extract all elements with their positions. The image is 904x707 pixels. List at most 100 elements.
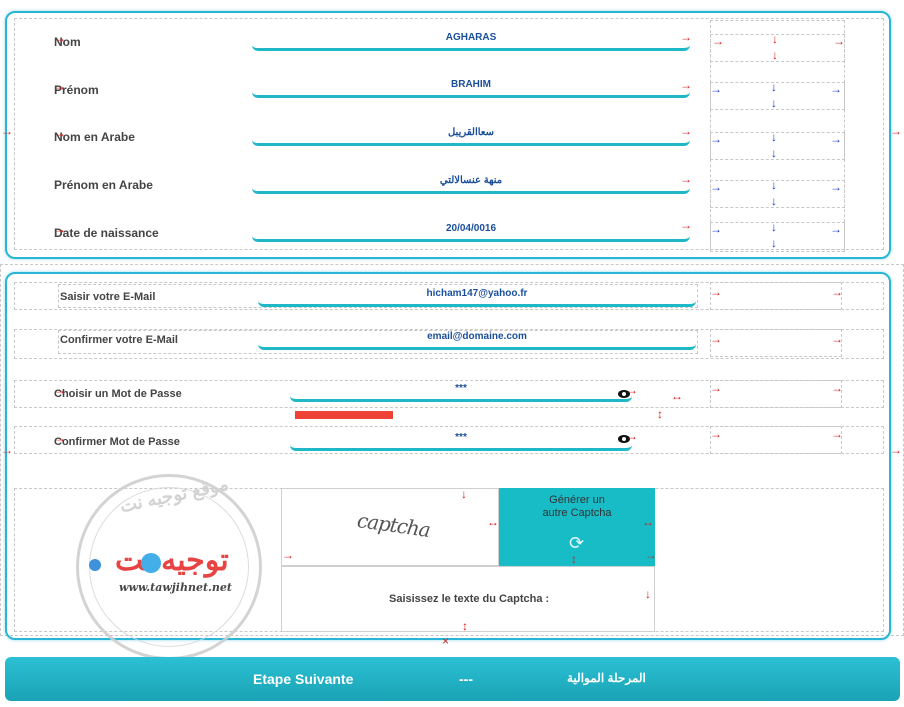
right-arrow-icon: →: [54, 79, 66, 93]
down-arrow-icon: ↓: [771, 236, 777, 250]
watermark-url: www.tawjihnet.net: [119, 581, 232, 594]
right-arrow-icon: →: [710, 332, 722, 346]
email-field[interactable]: hicham147@yahoo.fr: [258, 288, 696, 307]
right-arrow-icon: →: [54, 31, 66, 45]
email-label: Saisir votre E-Mail: [60, 291, 156, 303]
right-arrow-icon: →: [890, 124, 902, 138]
down-arrow-icon: ↓: [461, 487, 467, 501]
right-arrow-icon: →: [680, 124, 692, 138]
right-arrow-icon: →: [831, 427, 843, 441]
password-confirm-value: ***: [455, 432, 467, 443]
right-arrow-icon: →: [830, 180, 842, 194]
down-arrow-icon: ↓: [645, 587, 651, 601]
right-arrow-icon: →: [626, 429, 638, 443]
arrow-cell: [710, 82, 845, 110]
right-arrow-icon: →: [1, 124, 13, 138]
right-arrow-icon: →: [710, 285, 722, 299]
down-arrow-icon: ↓: [771, 194, 777, 208]
nom-arabe-label: Nom en Arabe: [54, 130, 135, 144]
down-arrow-icon: ↓: [771, 130, 777, 144]
date-naissance-field[interactable]: 20/04/0016: [252, 223, 690, 242]
double-arrow-icon: ↔: [487, 515, 499, 529]
right-arrow-icon: →: [645, 548, 657, 562]
next-step-separator: ---: [459, 671, 473, 687]
prenom-field[interactable]: BRAHIM: [252, 79, 690, 98]
right-arrow-icon: →: [710, 132, 722, 146]
prenom-value: BRAHIM: [451, 79, 491, 90]
refresh-icon: ⟳: [569, 533, 585, 553]
arrow-cell: [710, 180, 845, 208]
double-arrow-icon: ↔: [642, 515, 654, 529]
right-arrow-icon: →: [831, 285, 843, 299]
double-arrow-icon: ↔: [671, 389, 683, 403]
password-field[interactable]: ***: [290, 383, 632, 402]
right-arrow-icon: →: [1, 443, 13, 457]
captcha-input-label: Saisissez le texte du Captcha :: [389, 593, 550, 605]
watermark-brand: توجيه نت: [115, 544, 229, 577]
right-arrow-icon: →: [680, 172, 692, 186]
arrow-cell: [710, 222, 845, 250]
captcha-input-box[interactable]: Saisissez le texte du Captcha :: [281, 566, 655, 632]
password-value: ***: [455, 383, 467, 394]
right-arrow-icon: →: [282, 548, 294, 562]
generate-captcha-button[interactable]: Générer un autre Captcha ⟳: [499, 488, 655, 566]
generate-captcha-label: Générer un autre Captcha: [542, 494, 612, 519]
watermark-dot-icon: [141, 553, 161, 573]
watermark-seal: موقع توجيه نت توجيه نت www.tawjihnet.net: [76, 474, 262, 660]
right-arrow-icon: →: [680, 78, 692, 92]
captcha-image-text: captcha: [355, 508, 432, 542]
right-arrow-icon: →: [710, 82, 722, 96]
nom-field[interactable]: AGHARAS: [252, 32, 690, 51]
password-confirm-label: Confirmer Mot de Passe: [54, 436, 180, 448]
watermark-dot-icon: [89, 559, 101, 571]
right-arrow-icon: →: [830, 222, 842, 236]
right-arrow-icon: →: [830, 82, 842, 96]
password-label: Choisir un Mot de Passe: [54, 388, 182, 400]
email-confirm-label: Confirmer votre E-Mail: [60, 334, 178, 346]
email-confirm-field[interactable]: email@domaine.com: [258, 331, 696, 350]
nom-arabe-field[interactable]: سعاالقريبل: [252, 127, 690, 146]
double-arrow-icon: ↕: [462, 619, 468, 633]
right-arrow-icon: →: [54, 222, 66, 236]
right-arrow-icon: →: [680, 218, 692, 232]
password-strength-bar: [295, 411, 393, 419]
right-arrow-icon: →: [712, 34, 724, 48]
down-arrow-icon: ↓: [772, 32, 778, 46]
email-value: hicham147@yahoo.fr: [426, 288, 528, 299]
prenom-arabe-label: Prénom en Arabe: [54, 178, 153, 192]
right-arrow-icon: →: [710, 427, 722, 441]
double-arrow-icon: ↕: [571, 552, 577, 566]
password-confirm-field[interactable]: ***: [290, 432, 632, 451]
down-arrow-icon: ↓: [771, 220, 777, 234]
arrow-cell: [710, 426, 842, 454]
prenom-arabe-value: منهة عنسالالتي: [439, 175, 503, 186]
arrow-cell: [710, 282, 842, 310]
right-arrow-icon: →: [833, 34, 845, 48]
prenom-arabe-field[interactable]: منهة عنسالالتي: [252, 175, 690, 194]
right-arrow-icon: →: [54, 126, 66, 140]
arrow-cell: [710, 329, 842, 357]
right-arrow-icon: →: [710, 381, 722, 395]
arrow-cell: [710, 380, 842, 408]
email-confirm-placeholder: email@domaine.com: [427, 331, 527, 342]
double-arrow-icon: ×: [442, 634, 450, 648]
right-arrow-icon: →: [831, 332, 843, 346]
next-step-fr: Etape Suivante: [253, 671, 354, 687]
right-arrow-icon: →: [680, 30, 692, 44]
next-step-button[interactable]: Etape Suivante --- المرحلة الموالية: [5, 657, 900, 701]
down-arrow-icon: ↓: [771, 178, 777, 192]
right-arrow-icon: →: [710, 222, 722, 236]
right-arrow-icon: →: [54, 431, 66, 445]
date-naissance-value: 20/04/0016: [445, 223, 497, 234]
down-arrow-icon: ↓: [771, 80, 777, 94]
down-arrow-icon: ↓: [772, 48, 778, 62]
nom-arabe-value: سعاالقريبل: [447, 127, 495, 138]
date-naissance-label: Date de naissance: [54, 226, 159, 240]
down-arrow-icon: ↓: [771, 96, 777, 110]
arrow-cell: [710, 132, 845, 160]
right-arrow-icon: →: [54, 383, 66, 397]
right-arrow-icon: →: [710, 180, 722, 194]
right-arrow-icon: →: [890, 443, 902, 457]
right-arrow-icon: →: [626, 383, 638, 397]
nom-value: AGHARAS: [445, 32, 497, 43]
